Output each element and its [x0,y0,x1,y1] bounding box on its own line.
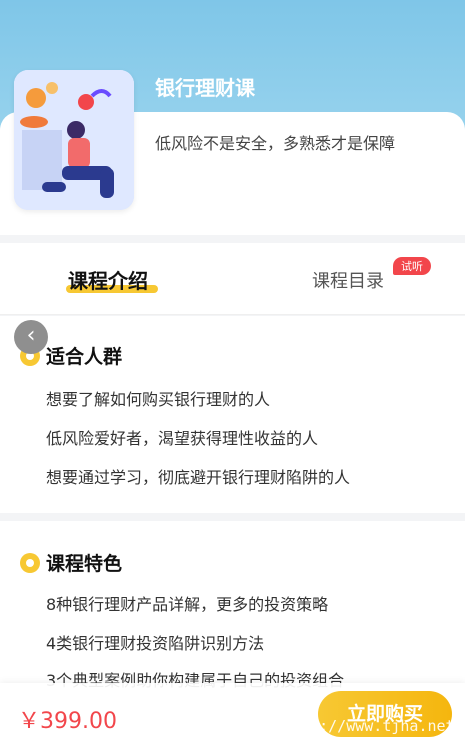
section-audience: 适合人群 想要了解如何购买银行理财的人 低风险爱好者，渴望获得理性收益的人 想要… [0,316,465,513]
tab-bar: 课程介绍 课程目录 试听 [0,243,465,315]
list-item: 想要通过学习，彻底避开银行理财陷阱的人 [46,468,351,487]
course-cover-image [14,70,134,210]
heart-icon [20,552,40,573]
list-item: 8种银行理财产品详解，更多的投资策略 [46,595,329,614]
course-cover-illustration [14,70,134,210]
tab-course-intro[interactable]: 课程介绍 [68,265,148,294]
list-item: 4类银行理财投资陷阱识别方法 [46,634,265,653]
chevron-left-icon: ‹ [26,323,36,348]
list-item: 想要了解如何购买银行理财的人 [46,390,271,409]
back-button[interactable]: ‹ [14,320,48,354]
course-subtitle: 低风险不是安全，多熟悉才是保障 [155,134,396,153]
watermark-text: http://www.tjha.net [283,717,455,735]
tab-course-intro-label: 课程介绍 [68,269,148,293]
trial-badge: 试听 [393,257,431,275]
section-title: 课程特色 [46,553,123,575]
hero-banner: 银行理财课 低风险不是安全，多熟悉才是保障 [0,0,465,235]
section-title: 适合人群 [46,346,123,368]
list-item: 低风险爱好者，渴望获得理性收益的人 [46,429,319,448]
tab-course-catalog[interactable]: 课程目录 [312,267,384,293]
price-label: ￥399.00 [18,709,117,734]
course-title: 银行理财课 [155,76,255,100]
section-header: 课程特色 [20,549,122,576]
